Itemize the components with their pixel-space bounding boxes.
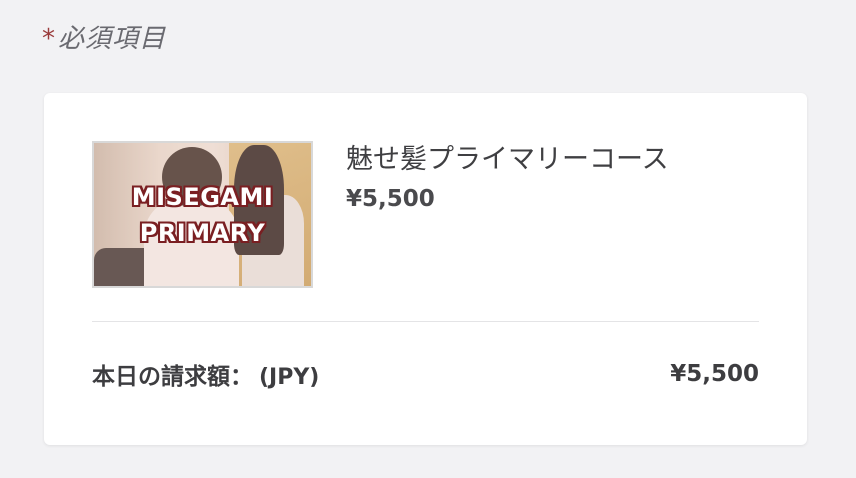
- total-label-group: 本日の請求額： (JPY): [92, 357, 319, 391]
- total-currency: (JPY): [259, 365, 320, 390]
- product-price: ¥5,500: [346, 186, 435, 212]
- order-summary-card: MISEGAMI PRIMARY 魅せ髪プライマリーコース ¥5,500 本日の…: [44, 93, 807, 445]
- required-fields-label: 必須項目: [58, 24, 167, 54]
- product-image-overlay-line2: PRIMARY: [139, 219, 266, 247]
- divider: [92, 321, 759, 322]
- total-amount: ¥5,500: [670, 361, 759, 387]
- total-row: 本日の請求額： (JPY) ¥5,500: [92, 357, 759, 391]
- product-item: MISEGAMI PRIMARY 魅せ髪プライマリーコース ¥5,500: [92, 141, 669, 288]
- product-name: 魅せ髪プライマリーコース: [346, 144, 669, 175]
- product-info: 魅せ髪プライマリーコース ¥5,500: [346, 141, 669, 212]
- required-asterisk: *: [42, 24, 56, 54]
- product-image-overlay-line1: MISEGAMI: [131, 183, 274, 211]
- required-fields-note: *必須項目: [42, 18, 166, 55]
- product-image-overlay-text: MISEGAMI PRIMARY: [94, 179, 311, 251]
- total-label: 本日の請求額：: [92, 364, 253, 390]
- product-image: MISEGAMI PRIMARY: [92, 141, 313, 288]
